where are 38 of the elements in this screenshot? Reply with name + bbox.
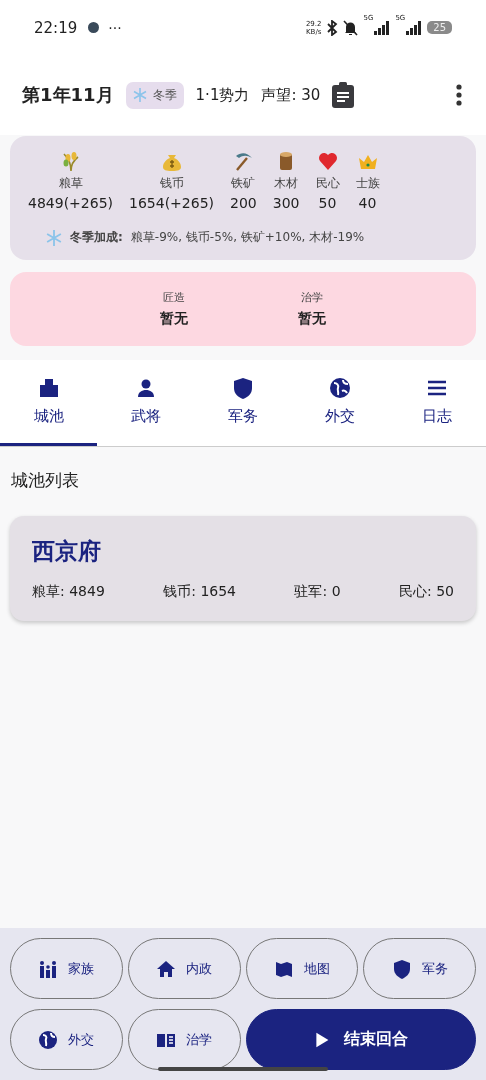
city-stat: 钱币: 1654	[163, 583, 237, 601]
season-label: 冬季	[152, 86, 177, 104]
city-stat: 驻军: 0	[294, 583, 341, 601]
resource-value: 50	[318, 195, 337, 211]
resource-label: 民心	[315, 175, 340, 192]
resource-value: 1654(+265)	[129, 195, 215, 211]
resource-value: 300	[272, 195, 300, 211]
clock: 22:19	[34, 18, 78, 37]
section-title: 城池列表	[11, 469, 80, 492]
resource-value: 200	[230, 195, 257, 211]
battery-indicator: 25	[427, 21, 452, 34]
city-stat: 民心: 50	[399, 583, 454, 601]
city-stat: 粮草: 4849	[32, 583, 105, 601]
project-value: 暂无	[160, 310, 188, 328]
resource-label: 钱币	[159, 175, 184, 192]
project-label: 治学	[301, 290, 323, 305]
project-value: 暂无	[298, 310, 326, 328]
bonus-label: 冬季加成:	[70, 229, 123, 246]
bonus-text: 粮草-9%, 钱币-5%, 铁矿+10%, 木材-19%	[130, 229, 365, 246]
resource-label: 士族	[355, 175, 380, 192]
resource-label: 粮草	[58, 175, 83, 192]
action-button[interactable]: 结束回合	[245, 1009, 476, 1070]
tab[interactable]: 军务	[194, 360, 292, 446]
resource-value: 40	[358, 195, 377, 211]
project-label: 匠造	[163, 290, 185, 305]
faction-name: 1·1势力	[195, 85, 250, 105]
city-name: 西京府	[32, 537, 102, 566]
game-date: 第1年11月	[22, 83, 114, 107]
tab[interactable]: 城池	[0, 360, 98, 446]
tab[interactable]: 外交	[291, 360, 389, 446]
tab[interactable]: 武将	[97, 360, 195, 446]
resource-value: 4849(+265)	[28, 195, 113, 211]
resource-label: 铁矿	[231, 175, 256, 192]
tab[interactable]: 日志	[388, 360, 486, 446]
resource-label: 木材	[274, 175, 299, 192]
more-notifications: ···	[108, 19, 122, 36]
prestige: 声望: 30	[261, 85, 321, 105]
city-card[interactable]: 西京府 粮草: 4849 钱币: 1654 驻军: 0 民心: 50	[10, 516, 476, 621]
